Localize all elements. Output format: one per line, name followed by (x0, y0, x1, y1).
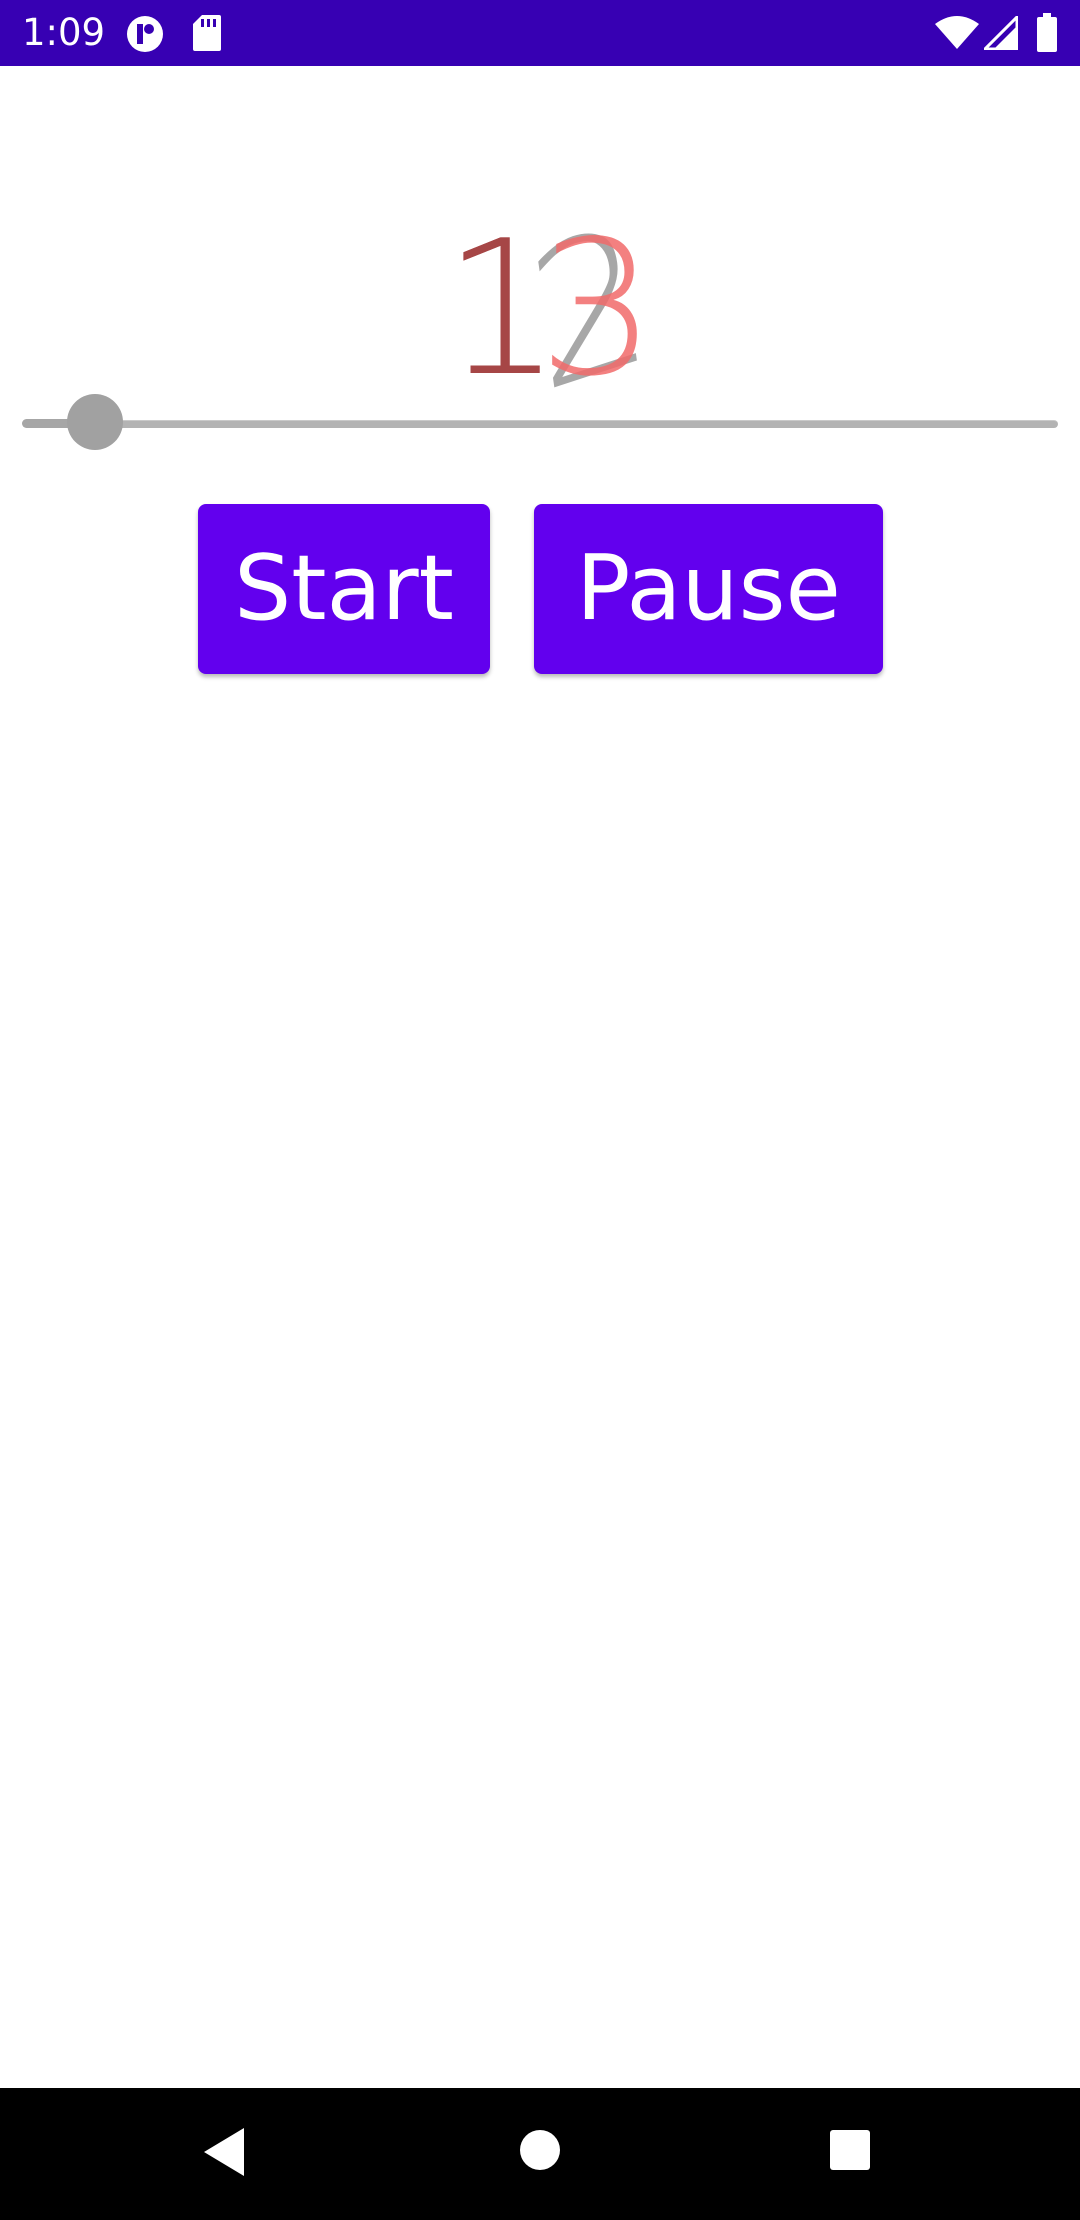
status-time: 1:09 (22, 11, 106, 54)
status-bar: 1:09 (0, 0, 1080, 66)
seek-slider[interactable] (22, 390, 1058, 456)
cell-signal-icon (984, 16, 1018, 50)
home-icon[interactable] (518, 2128, 562, 2172)
pause-button[interactable]: Pause (534, 504, 883, 674)
counter-display: 1 2 1 3 (0, 144, 1080, 436)
main-content: 1 2 1 3 Start Pause (0, 66, 1080, 2088)
sd-card-icon (193, 15, 221, 51)
slider-track[interactable] (96, 420, 1058, 428)
start-button[interactable]: Start (198, 504, 490, 674)
notification-app-icon (127, 16, 163, 52)
back-icon[interactable] (200, 2122, 250, 2182)
navigation-bar (0, 2088, 1080, 2220)
wifi-icon (935, 16, 979, 49)
slider-thumb[interactable] (67, 394, 123, 450)
battery-icon (1037, 13, 1057, 52)
counter-current-ones: 3 (538, 200, 657, 417)
recents-icon[interactable] (828, 2128, 872, 2172)
